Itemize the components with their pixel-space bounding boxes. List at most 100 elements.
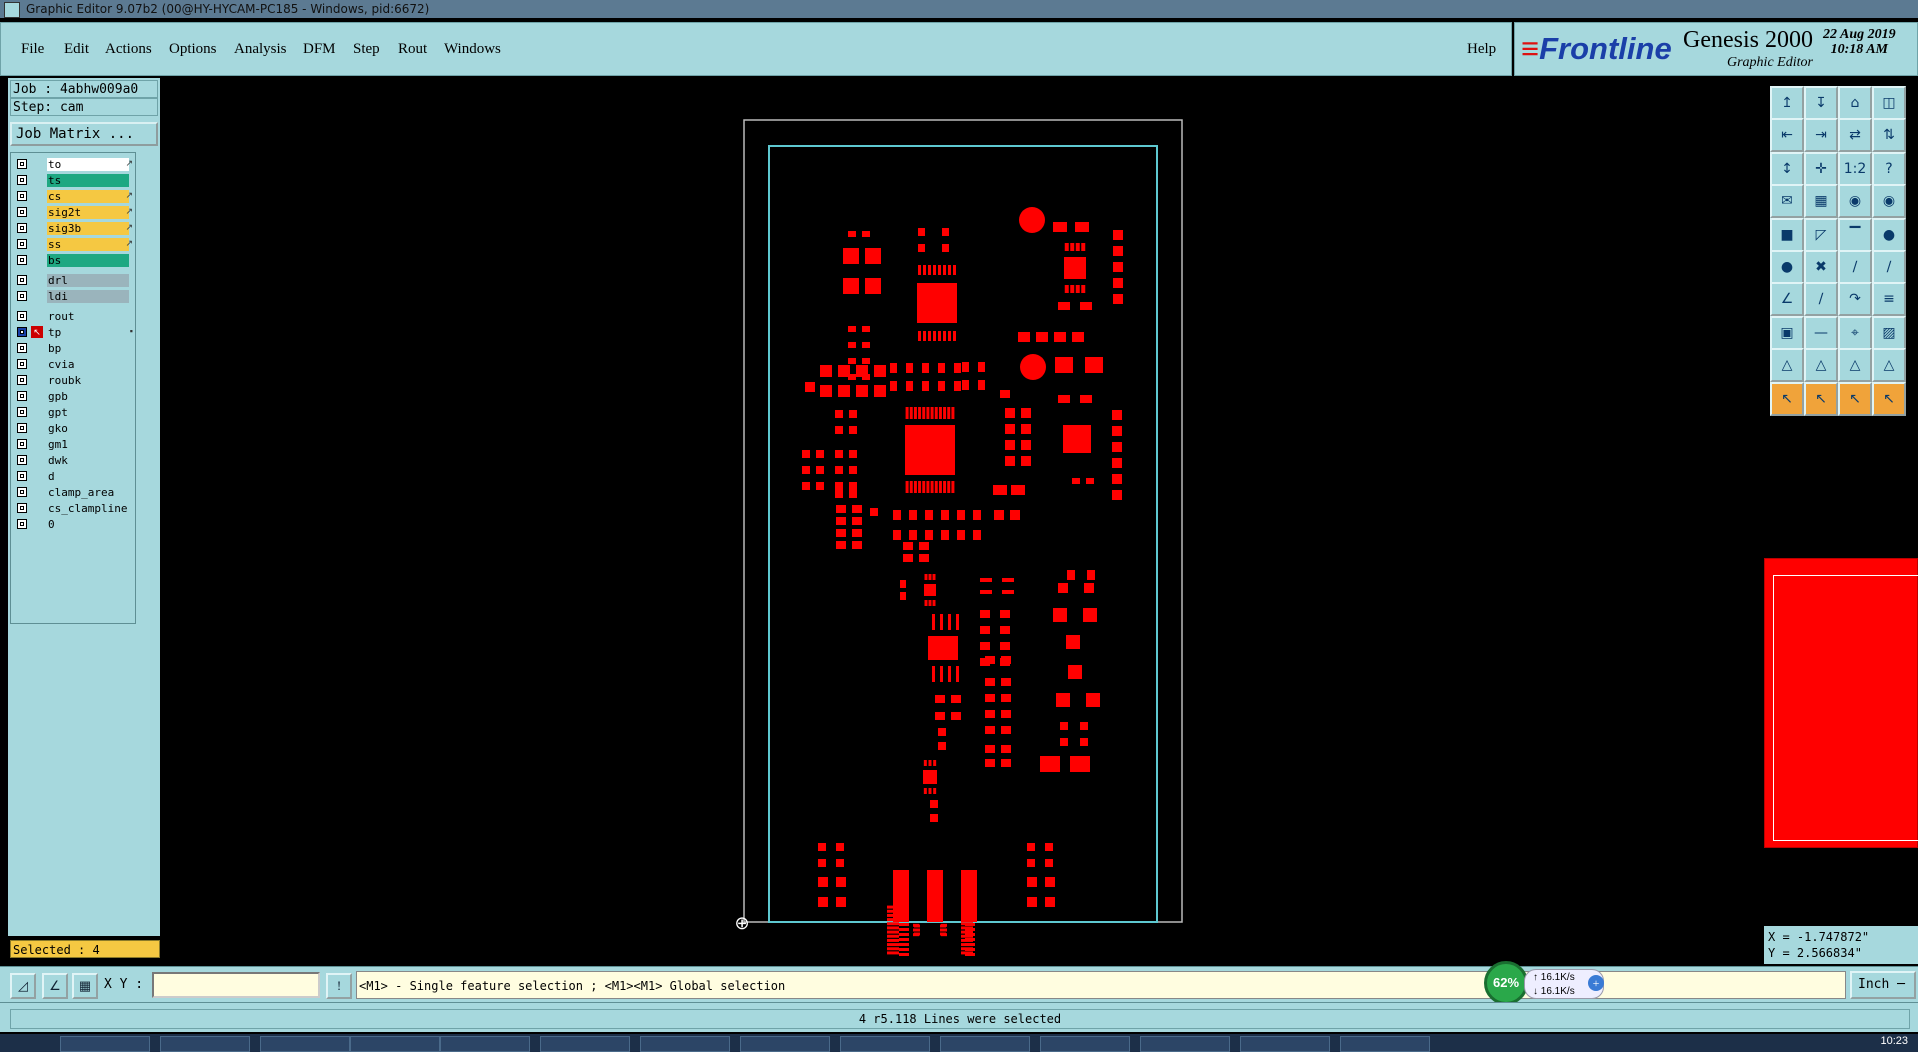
layer-row-to[interactable]: to ↗: [11, 157, 135, 171]
tool-button-r6-c0[interactable]: ∠: [1770, 282, 1804, 316]
tool-button-r1-c0[interactable]: ⇤: [1770, 118, 1804, 152]
taskbar-item[interactable]: [60, 1036, 150, 1052]
tool-button-r1-c2[interactable]: ⇄: [1838, 118, 1872, 152]
layer-checkbox[interactable]: [17, 175, 27, 185]
layer-row-bs[interactable]: bs: [11, 253, 135, 267]
tool-button-r3-c3[interactable]: ◉: [1872, 184, 1906, 218]
layer-checkbox[interactable]: [17, 343, 27, 353]
layer-row-cs[interactable]: cs ↗: [11, 189, 135, 203]
graphic-canvas[interactable]: ⊕: [160, 78, 1768, 966]
tool-button-r6-c3[interactable]: ≡: [1872, 282, 1906, 316]
layer-row-cs_clampline[interactable]: cs_clampline: [11, 501, 135, 515]
layer-checkbox[interactable]: [17, 191, 27, 201]
tool-button-r9-c2[interactable]: ↖: [1838, 382, 1872, 416]
menu-actions[interactable]: Actions: [105, 41, 152, 58]
tool-button-r7-c0[interactable]: ▣: [1770, 316, 1804, 350]
layer-row-sig3b[interactable]: sig3b ↗: [11, 221, 135, 235]
layer-checkbox[interactable]: [17, 455, 27, 465]
menu-windows[interactable]: Windows: [444, 41, 501, 58]
taskbar-item[interactable]: [540, 1036, 630, 1052]
layer-checkbox[interactable]: [17, 359, 27, 369]
layer-row-d[interactable]: d: [11, 469, 135, 483]
taskbar-item[interactable]: [260, 1036, 350, 1052]
snap-icon[interactable]: ◿: [10, 973, 36, 999]
job-matrix-button[interactable]: Job Matrix ...: [10, 122, 158, 146]
taskbar-item[interactable]: [1240, 1036, 1330, 1052]
taskbar-item[interactable]: [1040, 1036, 1130, 1052]
layer-checkbox[interactable]: [17, 223, 27, 233]
tool-button-r0-c1[interactable]: ↧: [1804, 86, 1838, 120]
tool-button-r0-c3[interactable]: ◫: [1872, 86, 1906, 120]
menu-edit[interactable]: Edit: [64, 41, 89, 58]
pcb-drawing[interactable]: ⊕: [160, 78, 1768, 966]
tool-button-r0-c2[interactable]: ⌂: [1838, 86, 1872, 120]
layer-checkbox[interactable]: [17, 207, 27, 217]
tool-button-r9-c1[interactable]: ↖: [1804, 382, 1838, 416]
layer-row-drl[interactable]: drl: [11, 273, 135, 287]
menu-step[interactable]: Step: [353, 41, 380, 58]
tool-button-r5-c2[interactable]: ∕: [1838, 250, 1872, 284]
layer-row-0[interactable]: 0: [11, 517, 135, 531]
layer-checkbox[interactable]: [17, 439, 27, 449]
taskbar-item[interactable]: [350, 1036, 440, 1052]
menu-analysis[interactable]: Analysis: [234, 41, 287, 58]
tool-button-r9-c3[interactable]: ↖: [1872, 382, 1906, 416]
unit-selector[interactable]: Inch ─: [1850, 971, 1916, 999]
layer-checkbox[interactable]: [17, 159, 27, 169]
tool-button-r6-c2[interactable]: ↷: [1838, 282, 1872, 316]
tool-button-r5-c0[interactable]: ●: [1770, 250, 1804, 284]
layer-checkbox[interactable]: [17, 487, 27, 497]
tool-button-r2-c3[interactable]: ?: [1872, 152, 1906, 186]
layer-checkbox[interactable]: [17, 407, 27, 417]
tool-button-r5-c3[interactable]: ∕: [1872, 250, 1906, 284]
tool-button-r2-c2[interactable]: 1:2: [1838, 152, 1872, 186]
tool-button-r8-c3[interactable]: △: [1872, 348, 1906, 382]
overview-window[interactable]: [1764, 558, 1918, 848]
taskbar-item[interactable]: [940, 1036, 1030, 1052]
layer-row-ts[interactable]: ts: [11, 173, 135, 187]
layer-checkbox[interactable]: [17, 471, 27, 481]
layer-checkbox[interactable]: [17, 239, 27, 249]
tool-button-r2-c0[interactable]: ↕: [1770, 152, 1804, 186]
layer-row-ldi[interactable]: ldi: [11, 289, 135, 303]
layer-row-roubk[interactable]: roubk: [11, 373, 135, 387]
tool-button-r4-c3[interactable]: ●: [1872, 218, 1906, 252]
tool-button-r4-c2[interactable]: ▔: [1838, 218, 1872, 252]
grid-icon[interactable]: ▦: [72, 973, 98, 999]
tool-button-r2-c1[interactable]: ✛: [1804, 152, 1838, 186]
tool-button-r4-c0[interactable]: ■: [1770, 218, 1804, 252]
layer-row-clamp_area[interactable]: clamp_area: [11, 485, 135, 499]
tool-button-r5-c1[interactable]: ✖: [1804, 250, 1838, 284]
measure-icon[interactable]: ∠: [42, 973, 68, 999]
plus-icon[interactable]: +: [1588, 975, 1604, 991]
layer-row-dwk[interactable]: dwk: [11, 453, 135, 467]
layer-checkbox[interactable]: [17, 503, 27, 513]
tool-button-r8-c1[interactable]: △: [1804, 348, 1838, 382]
tool-button-r4-c1[interactable]: ◸: [1804, 218, 1838, 252]
taskbar-item[interactable]: [1140, 1036, 1230, 1052]
tool-button-r8-c2[interactable]: △: [1838, 348, 1872, 382]
tool-button-r7-c3[interactable]: ▨: [1872, 316, 1906, 350]
layer-row-bp[interactable]: bp: [11, 341, 135, 355]
layer-checkbox[interactable]: [17, 255, 27, 265]
tool-button-r3-c2[interactable]: ◉: [1838, 184, 1872, 218]
layer-row-tp[interactable]: ↖ tp ▪: [11, 325, 135, 339]
layer-row-cvia[interactable]: cvia: [11, 357, 135, 371]
taskbar-item[interactable]: [840, 1036, 930, 1052]
tool-button-r7-c1[interactable]: —: [1804, 316, 1838, 350]
layer-checkbox[interactable]: [17, 311, 27, 321]
taskbar-item[interactable]: [740, 1036, 830, 1052]
layer-row-gm1[interactable]: gm1: [11, 437, 135, 451]
layer-row-rout[interactable]: rout: [11, 309, 135, 323]
tool-button-r6-c1[interactable]: ∕: [1804, 282, 1838, 316]
menu-rout[interactable]: Rout: [398, 41, 427, 58]
layer-checkbox[interactable]: [17, 423, 27, 433]
xy-input[interactable]: [152, 972, 320, 998]
taskbar-item[interactable]: [160, 1036, 250, 1052]
layer-row-gko[interactable]: gko: [11, 421, 135, 435]
layer-checkbox[interactable]: [17, 519, 27, 529]
layer-checkbox[interactable]: [17, 291, 27, 301]
layer-checkbox[interactable]: [17, 391, 27, 401]
alert-icon[interactable]: !: [326, 973, 352, 999]
layer-row-gpt[interactable]: gpt: [11, 405, 135, 419]
